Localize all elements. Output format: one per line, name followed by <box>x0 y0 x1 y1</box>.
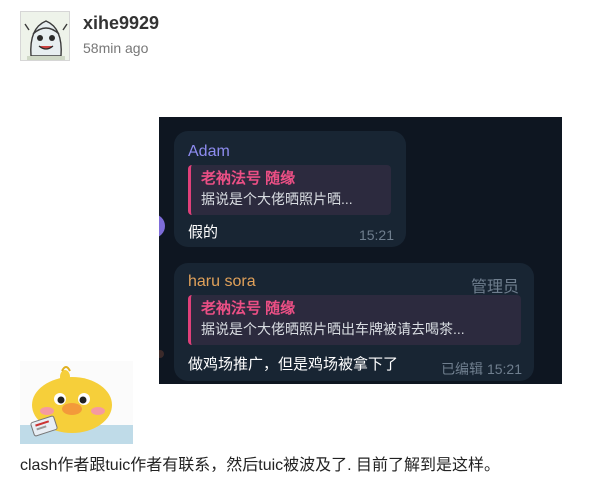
post-time: 58min ago <box>83 40 149 56</box>
chat-message-bubble: Adam 老衲法号 随缘 据说是个大佬晒照片晒... 假的 15:21 <box>174 131 406 247</box>
quote-sender: 老衲法号 随缘 <box>201 300 296 317</box>
message-text: 假的 <box>188 224 219 241</box>
duck-sticker-icon <box>20 366 133 444</box>
reply-quote: 老衲法号 随缘 据说是个大佬晒照片晒... <box>188 165 391 215</box>
post-username[interactable]: xihe9929 <box>83 13 159 34</box>
quote-sender: 老衲法号 随缘 <box>201 170 296 187</box>
chat-message-bubble: haru sora 管理员 老衲法号 随缘 据说是个大佬晒照片晒出车牌被请去喝茶… <box>174 263 534 381</box>
post-comment-text: clash作者跟tuic作者有联系，然后tuic被波及了. 目前了解到是这样。 <box>20 457 501 474</box>
anime-girl-avatar-icon <box>21 12 69 60</box>
message-sender: haru sora <box>188 273 256 290</box>
admin-role-badge: 管理员 <box>470 279 519 296</box>
user-avatar[interactable] <box>20 11 70 61</box>
message-time: 15:21 <box>358 227 394 243</box>
message-sender: Adam <box>188 143 230 160</box>
message-time: 已编辑 15:21 <box>441 361 522 377</box>
message-text: 做鸡场推广，但是鸡场被拿下了 <box>188 356 399 373</box>
duck-sticker-image <box>20 361 133 444</box>
reply-quote: 老衲法号 随缘 据说是个大佬晒照片晒出车牌被请去喝茶... <box>188 295 521 345</box>
quote-text: 据说是个大佬晒照片晒出车牌被请去喝茶... <box>201 321 465 337</box>
chat-screenshot-image: Adam 老衲法号 随缘 据说是个大佬晒照片晒... 假的 15:21 haru… <box>159 117 562 384</box>
chat-avatar-edge-2 <box>159 350 164 358</box>
chat-avatar-edge <box>159 214 165 238</box>
quote-text: 据说是个大佬晒照片晒... <box>201 191 353 207</box>
